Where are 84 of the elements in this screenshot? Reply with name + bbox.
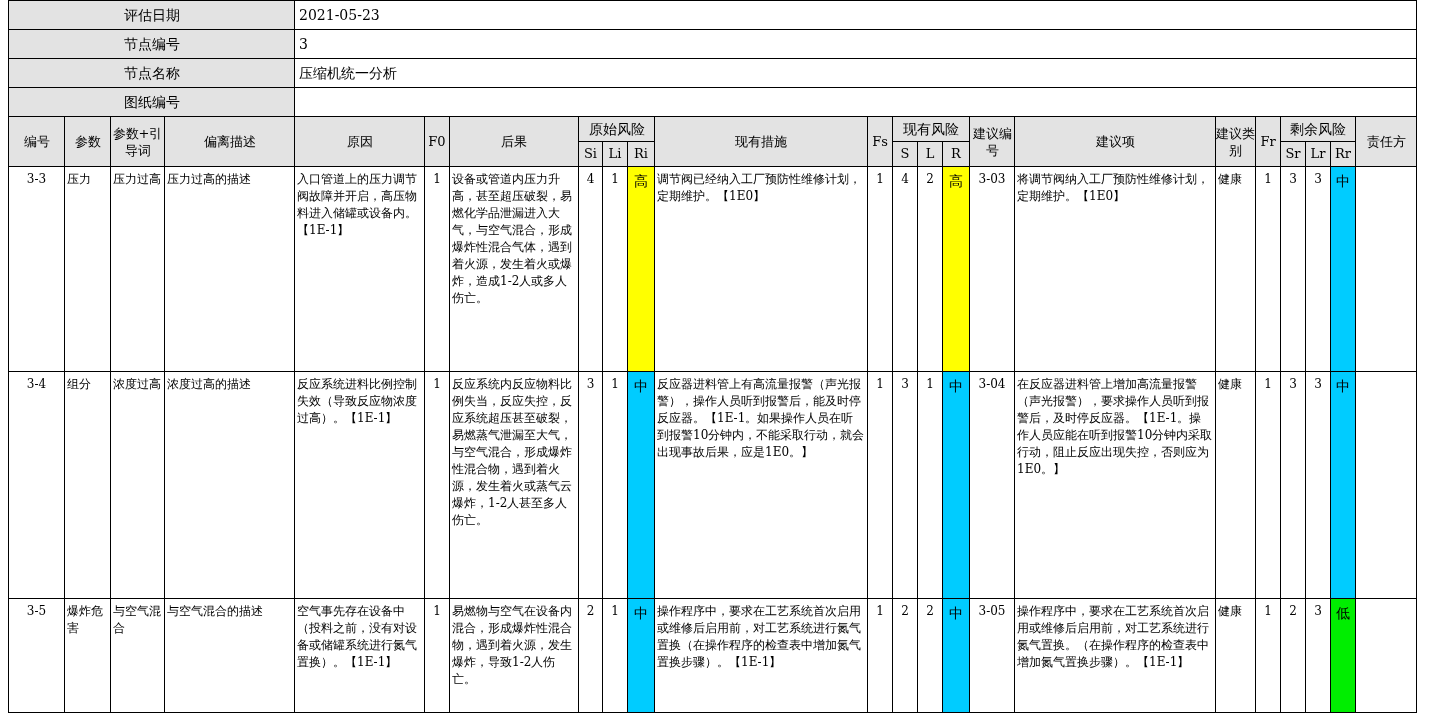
table-cell: 1	[602, 598, 628, 713]
table-cell: 爆炸危害	[64, 598, 111, 713]
table-cell: 3	[1305, 166, 1331, 372]
table-cell: 将调节阀纳入工厂预防性维修计划，定期维护。【1E0】	[1014, 166, 1216, 372]
risk-cell: 中	[942, 371, 970, 599]
risk-cell: 中	[627, 598, 655, 713]
table-cell: 1	[424, 598, 450, 713]
table-cell: 3-05	[969, 598, 1015, 713]
column-header: 责任方	[1355, 116, 1417, 167]
table-cell: 与空气混合	[110, 598, 165, 713]
table-cell: 3-03	[969, 166, 1015, 372]
table-cell: 浓度过高	[110, 371, 165, 599]
table-cell: 1	[867, 166, 893, 372]
table-cell: 健康	[1215, 598, 1256, 713]
table-cell: 操作程序中，要求在工艺系统首次启用或维修后启用前，对工艺系统进行氮气置换（在操作程序的检查表中增加氮气置换步骤）。【1E-1】	[654, 598, 868, 713]
table-cell: 浓度过高的描述	[164, 371, 295, 599]
table-cell: 2	[917, 166, 943, 372]
risk-cell: 高	[627, 166, 655, 372]
column-header: 原因	[294, 116, 425, 167]
table-cell: 入口管道上的压力调节阀故障并开启，高压物料进入储罐或设备内。【1E-1】	[294, 166, 425, 372]
table-cell: 健康	[1215, 371, 1256, 599]
field-value: 2021-05-23	[294, 0, 1417, 30]
column-header: 建议项	[1014, 116, 1216, 167]
table-cell: 3-04	[969, 371, 1015, 599]
table-cell: 压力	[64, 166, 111, 372]
table-cell: 2	[578, 598, 603, 713]
column-header: 建议类别	[1215, 116, 1256, 167]
risk-cell: 中	[942, 598, 970, 713]
table-cell: 1	[917, 371, 943, 599]
table-cell: 2	[892, 598, 918, 713]
table-cell: 2	[1280, 598, 1306, 713]
table-cell: 易燃物与空气在设备内混合，形成爆炸性混合物，遇到着火源，发生爆炸，导致1-2人伤亡。	[449, 598, 579, 713]
table-cell: 4	[892, 166, 918, 372]
field-value: 压缩机统一分析	[294, 58, 1417, 88]
table-cell: 组分	[64, 371, 111, 599]
field-label: 节点编号	[8, 29, 295, 59]
column-header: 后果	[449, 116, 579, 167]
column-header: 参数+引导词	[110, 116, 165, 167]
column-header: 建议编号	[969, 116, 1015, 167]
table-cell: 健康	[1215, 166, 1256, 372]
table-cell: 3	[892, 371, 918, 599]
table-cell: 压力过高	[110, 166, 165, 372]
table-cell: 1	[602, 166, 628, 372]
table-cell: 3	[1280, 371, 1306, 599]
table-cell: 1	[1255, 371, 1281, 599]
risk-cell: 中	[1330, 166, 1356, 372]
column-header: 编号	[8, 116, 65, 167]
table-cell: 3-5	[8, 598, 65, 713]
table-cell: 1	[867, 598, 893, 713]
table-cell: 1	[602, 371, 628, 599]
column-header: 参数	[64, 116, 111, 167]
field-label: 图纸编号	[8, 87, 295, 117]
field-label: 节点名称	[8, 58, 295, 88]
table-cell: 反应器进料管上有高流量报警（声光报警），操作人员听到报警后，能及时停反应器。【1E-1。如果操作人员在听到报警10分钟内，不能采取行动，就会出现事故后果，应是1E0。】	[654, 371, 868, 599]
table-cell: 1	[867, 371, 893, 599]
table-cell: 3-4	[8, 371, 65, 599]
table-cell: 3-3	[8, 166, 65, 372]
table-cell: 4	[578, 166, 603, 372]
field-value: 3	[294, 29, 1417, 59]
table-cell: 3	[1305, 598, 1331, 713]
table-cell: 反应系统进料比例控制失效（导致反应物浓度过高）。【1E-1】	[294, 371, 425, 599]
table-cell: 调节阀已经纳入工厂预防性维修计划，定期维护。【1E0】	[654, 166, 868, 372]
table-cell: 1	[424, 166, 450, 372]
risk-cell: 中	[627, 371, 655, 599]
table-cell: 1	[1255, 598, 1281, 713]
table-cell: 2	[917, 598, 943, 713]
risk-cell: 低	[1330, 598, 1356, 713]
table-cell: 设备或管道内压力升高，甚至超压破裂，易燃化学品泄漏进入大气，与空气混合，形成爆炸性混合气体，遇到着火源，发生着火或爆炸，造成1-2人或多人伤亡。	[449, 166, 579, 372]
risk-cell: 高	[942, 166, 970, 372]
table-cell: 1	[424, 371, 450, 599]
table-cell: 在反应器进料管上增加高流量报警（声光报警），要求操作人员听到报警后，及时停反应器。【1E-1。操作人员应能在听到报警10分钟内采取行动，阻止反应出现失控，否则应为1E0。】	[1014, 371, 1216, 599]
table-cell: 压力过高的描述	[164, 166, 295, 372]
table-cell: 空气事先存在设备中（投料之前，没有对设备或储罐系统进行氮气置换）。【1E-1】	[294, 598, 425, 713]
table-cell: 操作程序中，要求在工艺系统首次启用或维修后启用前，对工艺系统进行氮气置换。（在操作程序的检查表中增加氮气置换步骤）。【1E-1】	[1014, 598, 1216, 713]
table-cell: 与空气混合的描述	[164, 598, 295, 713]
column-header: 现有措施	[654, 116, 868, 167]
risk-cell: 中	[1330, 371, 1356, 599]
column-header: 偏离描述	[164, 116, 295, 167]
field-label: 评估日期	[8, 0, 295, 30]
table-cell: 3	[578, 371, 603, 599]
table-cell: 3	[1280, 166, 1306, 372]
table-cell: 1	[1255, 166, 1281, 372]
table-cell: 反应系统内反应物料比例失当，反应失控，反应系统超压甚至破裂，易燃蒸气泄漏至大气，与空气混合，形成爆炸性混合物，遇到着火源，发生着火或蒸气云爆炸，1-2人甚至多人伤亡。	[449, 371, 579, 599]
table-cell: 3	[1305, 371, 1331, 599]
